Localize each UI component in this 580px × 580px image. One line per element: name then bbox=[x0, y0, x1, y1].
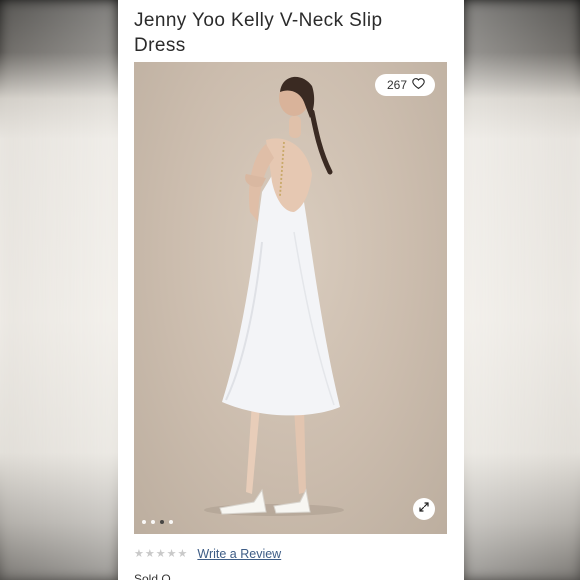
sold-by-line-partial: Sold O... bbox=[134, 572, 181, 580]
write-review-link[interactable]: Write a Review bbox=[197, 547, 281, 561]
review-row: ★ ★ ★ ★ ★ Write a Review bbox=[134, 547, 281, 561]
carousel-dot[interactable] bbox=[169, 520, 173, 524]
expand-icon bbox=[418, 500, 430, 518]
heart-icon bbox=[412, 77, 425, 93]
carousel-dot-active[interactable] bbox=[160, 520, 164, 524]
product-title: Jenny Yoo Kelly V-Neck Slip Dress bbox=[134, 8, 434, 58]
like-count: 267 bbox=[386, 78, 407, 92]
product-screen: Jenny Yoo Kelly V-Neck Slip Dress 267 ★ … bbox=[118, 0, 464, 580]
product-title-line2: Dress bbox=[134, 35, 186, 56]
star-rating: ★ ★ ★ ★ ★ bbox=[134, 547, 188, 560]
star-icon: ★ bbox=[134, 547, 144, 560]
product-photo bbox=[204, 76, 344, 516]
star-icon: ★ bbox=[144, 547, 155, 560]
star-icon: ★ bbox=[177, 547, 188, 560]
carousel-indicators bbox=[142, 520, 173, 524]
star-icon: ★ bbox=[155, 547, 166, 560]
carousel-dot[interactable] bbox=[142, 520, 146, 524]
product-title-line1: Jenny Yoo Kelly V-Neck Slip bbox=[134, 10, 383, 31]
star-icon: ★ bbox=[166, 547, 177, 560]
product-image-carousel[interactable]: 267 bbox=[134, 62, 447, 534]
expand-image-button[interactable] bbox=[413, 498, 435, 520]
backdrop-left-blur bbox=[0, 0, 118, 580]
backdrop-right-blur bbox=[464, 0, 580, 580]
like-button[interactable]: 267 bbox=[374, 74, 435, 96]
carousel-dot[interactable] bbox=[151, 520, 155, 524]
